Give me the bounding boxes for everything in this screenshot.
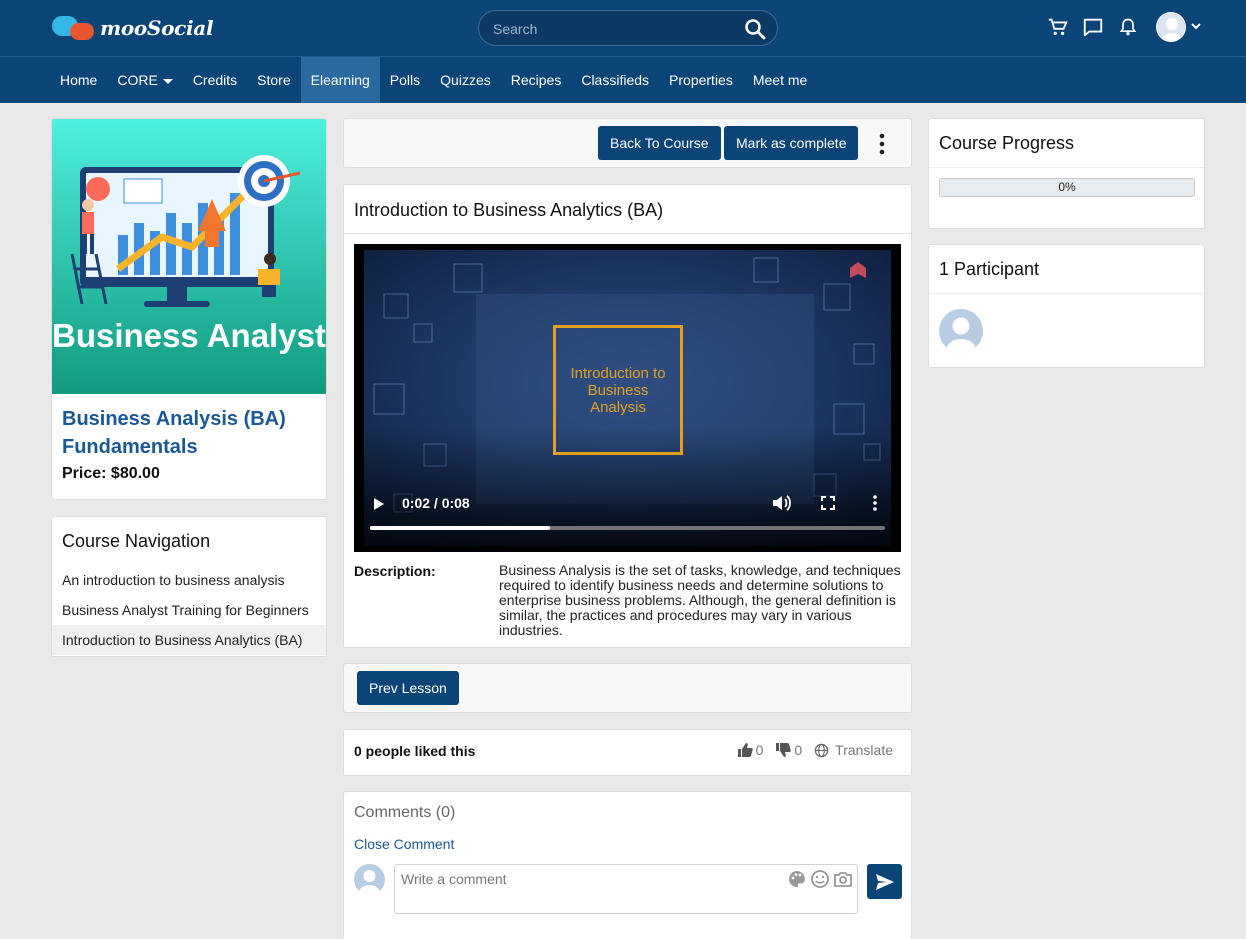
search-input[interactable] xyxy=(493,19,723,39)
course-progress-label: 0% xyxy=(1058,180,1076,194)
user-avatar[interactable] xyxy=(1156,12,1186,42)
course-thumbnail[interactable]: Business Analyst xyxy=(52,119,326,394)
logo-text: mooSocial xyxy=(100,16,214,40)
divider xyxy=(929,167,1204,168)
video-progress-bar[interactable] xyxy=(370,526,885,530)
search-icon[interactable] xyxy=(743,17,767,41)
nav-label: Credits xyxy=(192,72,238,88)
video-overlay-title: Introduction to Business Analysis xyxy=(553,325,683,455)
search-box xyxy=(478,10,778,46)
course-price: Price: $80.00 xyxy=(62,465,160,482)
course-navigation-title: Course Navigation xyxy=(62,531,211,551)
logo-bubbles-icon xyxy=(50,14,96,42)
video-player[interactable]: Introduction to Business Analysis 0:02 /… xyxy=(354,244,901,552)
lesson-card: Introduction to Business Analytics (BA) xyxy=(343,184,912,648)
nav-label: Home xyxy=(60,72,98,88)
play-icon[interactable] xyxy=(372,496,386,515)
send-comment-button[interactable] xyxy=(867,864,902,899)
dislike-count: 0 xyxy=(794,742,803,758)
top-header: mooSocial xyxy=(0,0,1246,56)
header-icons xyxy=(1035,12,1202,42)
prev-lesson-button[interactable]: Prev Lesson xyxy=(357,671,459,705)
comment-tools xyxy=(784,869,853,892)
caret-down-icon xyxy=(162,78,173,84)
video-more-icon[interactable] xyxy=(871,494,879,515)
video-time: 0:02 / 0:08 xyxy=(402,495,470,511)
comment-box xyxy=(394,864,858,914)
cart-icon[interactable] xyxy=(1046,15,1070,39)
description-label: Description: xyxy=(354,563,436,579)
likes-summary[interactable]: 0 people liked this xyxy=(354,743,475,759)
comment-input[interactable] xyxy=(401,871,781,907)
course-title[interactable]: Business Analysis (BA) Fundamentals xyxy=(62,405,312,461)
main-nav-bar: Home CORE Credits Store Elearning Polls … xyxy=(0,56,1246,103)
nav-meet-me[interactable]: Meet me xyxy=(743,57,817,103)
nav-quizzes[interactable]: Quizzes xyxy=(430,57,501,103)
globe-icon xyxy=(814,743,829,757)
nav-recipes[interactable]: Recipes xyxy=(501,57,572,103)
course-card: Business Analyst Business Analysis (BA) … xyxy=(51,118,327,500)
nav-label: Classifieds xyxy=(581,72,650,88)
thumbs-down-icon[interactable] xyxy=(775,742,792,758)
close-comment-link[interactable]: Close Comment xyxy=(354,836,454,852)
nav-elearning[interactable]: Elearning xyxy=(300,57,380,103)
nav-credits[interactable]: Credits xyxy=(183,57,247,103)
like-tools: 0 0 Translate xyxy=(737,742,893,758)
participants-title: 1 Participant xyxy=(939,259,1040,279)
chevron-down-icon[interactable] xyxy=(1190,19,1202,35)
lesson-actions-bar: Back To Course Mark as complete xyxy=(343,118,912,168)
lesson-title: Introduction to Business Analytics (BA) xyxy=(354,200,664,220)
nav-label: Recipes xyxy=(510,72,562,88)
fullscreen-icon[interactable] xyxy=(820,495,836,514)
course-image-text: Business Analyst xyxy=(52,317,326,354)
nav-label: Store xyxy=(257,72,291,88)
nav-properties[interactable]: Properties xyxy=(659,57,743,103)
course-navigation-card: Course Navigation An introduction to bus… xyxy=(51,516,327,657)
nav-home[interactable]: Home xyxy=(50,57,107,103)
course-navigation-list: An introduction to business analysis Bus… xyxy=(52,565,326,655)
divider xyxy=(929,293,1204,294)
camera-icon[interactable] xyxy=(833,869,853,892)
lesson-pager: Prev Lesson xyxy=(343,663,912,713)
thumbs-up-icon[interactable] xyxy=(737,742,753,758)
send-icon xyxy=(875,873,894,890)
lesson-description: Business Analysis is the set of tasks, k… xyxy=(499,562,901,638)
nav-core[interactable]: CORE xyxy=(107,57,182,103)
nav-label: Properties xyxy=(669,72,733,88)
participant-avatar[interactable] xyxy=(939,309,983,353)
course-progress-bar: 0% xyxy=(939,178,1195,197)
more-options-icon[interactable] xyxy=(872,133,892,155)
back-to-course-button[interactable]: Back To Course xyxy=(598,126,721,160)
course-nav-item[interactable]: An introduction to business analysis xyxy=(52,565,326,595)
divider xyxy=(344,233,911,234)
nav-label: Polls xyxy=(389,72,421,88)
participants-card: 1 Participant xyxy=(928,244,1205,368)
course-progress-title: Course Progress xyxy=(939,133,1075,153)
nav-store[interactable]: Store xyxy=(247,57,300,103)
like-count: 0 xyxy=(755,742,764,758)
comments-title: Comments (0) xyxy=(354,804,456,821)
nav-label: Meet me xyxy=(752,72,808,88)
mark-complete-button[interactable]: Mark as complete xyxy=(724,126,859,160)
commenter-avatar xyxy=(354,864,385,895)
course-nav-item-active[interactable]: Introduction to Business Analytics (BA) xyxy=(52,625,326,655)
site-logo[interactable]: mooSocial xyxy=(50,14,214,42)
likes-bar: 0 people liked this 0 0 Translate xyxy=(343,729,912,776)
nav-label: Quizzes xyxy=(440,72,491,88)
nav-classifieds[interactable]: Classifieds xyxy=(571,57,659,103)
nav-polls[interactable]: Polls xyxy=(380,57,430,103)
nav-label: Elearning xyxy=(310,72,370,88)
bell-icon[interactable] xyxy=(1116,15,1140,39)
course-progress-card: Course Progress 0% xyxy=(928,118,1205,229)
nav-label: CORE xyxy=(117,72,158,88)
emoji-icon[interactable] xyxy=(810,869,830,892)
video-progress-fill xyxy=(370,526,551,530)
palette-icon[interactable] xyxy=(787,869,807,892)
translate-link[interactable]: Translate xyxy=(835,742,893,758)
course-nav-item[interactable]: Business Analyst Training for Beginners xyxy=(52,595,326,625)
comments-card: Comments (0) Close Comment xyxy=(343,791,912,939)
volume-icon[interactable] xyxy=(771,494,791,515)
main-nav: Home CORE Credits Store Elearning Polls … xyxy=(50,57,817,104)
chat-icon[interactable] xyxy=(1081,15,1105,39)
